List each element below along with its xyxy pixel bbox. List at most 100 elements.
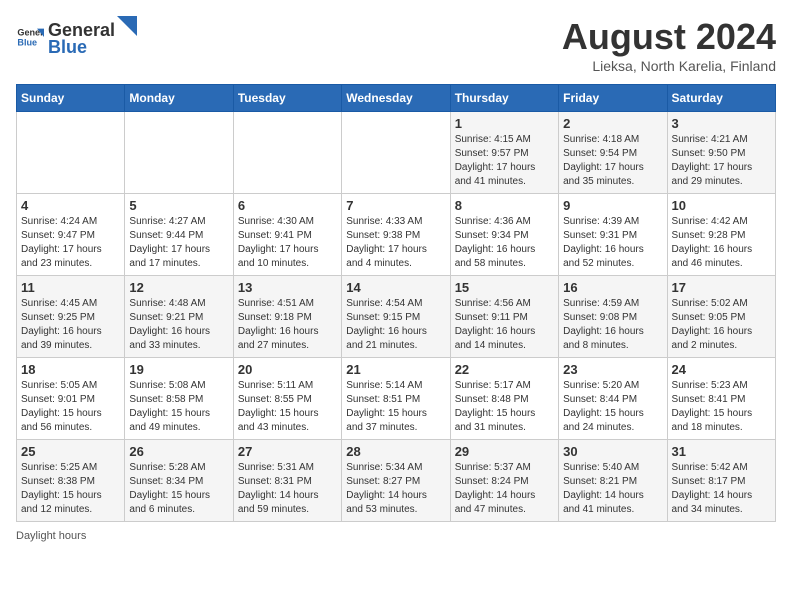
day-info: Sunrise: 5:40 AM Sunset: 8:21 PM Dayligh… — [563, 461, 662, 517]
day-info: Sunrise: 5:42 AM Sunset: 8:17 PM Dayligh… — [672, 461, 771, 517]
day-number: 12 — [129, 280, 228, 295]
calendar-cell: 8 Sunrise: 4:36 AM Sunset: 9:34 PM Daylig… — [450, 194, 558, 276]
calendar-cell: 23Sunrise: 5:20 AM Sunset: 8:44 PM Dayli… — [559, 358, 667, 440]
calendar-day-header: Tuesday — [233, 85, 341, 112]
day-number: 29 — [455, 444, 554, 459]
day-number: 21 — [346, 362, 445, 377]
calendar-week-row: 25 Sunrise: 5:25 AM Sunset: 8:38 PM Dayli… — [17, 440, 776, 522]
day-info: Sunrise: 4:24 AM Sunset: 9:47 PM Dayligh… — [21, 215, 120, 271]
calendar-day-header: Monday — [125, 85, 233, 112]
day-info: Sunrise: 5:08 AM Sunset: 8:58 PM Dayligh… — [129, 379, 228, 435]
day-info: Sunrise: 4:59 AM Sunset: 9:08 PM Dayligh… — [563, 297, 662, 353]
calendar-cell: 28 Sunrise: 5:34 AM Sunset: 8:27 PM Dayli… — [342, 440, 450, 522]
day-number: 26 — [129, 444, 228, 459]
day-info: Sunrise: 4:48 AM Sunset: 9:21 PM Dayligh… — [129, 297, 228, 353]
day-number: 13 — [238, 280, 337, 295]
day-number: 6 — [238, 198, 337, 213]
day-number: 9 — [563, 198, 662, 213]
day-number: 24 — [672, 362, 771, 377]
day-info: Sunrise: 4:36 AM Sunset: 9:34 PM Dayligh… — [455, 215, 554, 271]
day-info: Sunrise: 4:18 AM Sunset: 9:54 PM Dayligh… — [563, 133, 662, 189]
day-number: 1 — [455, 116, 554, 131]
calendar-cell: 17Sunrise: 5:02 AM Sunset: 9:05 PM Dayli… — [667, 276, 775, 358]
calendar-cell — [125, 112, 233, 194]
day-number: 8 — [455, 198, 554, 213]
day-number: 17 — [672, 280, 771, 295]
calendar-day-header: Friday — [559, 85, 667, 112]
calendar-week-row: 1 Sunrise: 4:15 AM Sunset: 9:57 PM Daylig… — [17, 112, 776, 194]
page-title: August 2024 — [562, 16, 776, 58]
day-info: Sunrise: 5:14 AM Sunset: 8:51 PM Dayligh… — [346, 379, 445, 435]
day-number: 3 — [672, 116, 771, 131]
calendar-cell: 19 Sunrise: 5:08 AM Sunset: 8:58 PM Dayli… — [125, 358, 233, 440]
calendar-week-row: 4Sunrise: 4:24 AM Sunset: 9:47 PM Daylig… — [17, 194, 776, 276]
calendar-cell: 21 Sunrise: 5:14 AM Sunset: 8:51 PM Dayli… — [342, 358, 450, 440]
day-number: 14 — [346, 280, 445, 295]
calendar-cell: 16 Sunrise: 4:59 AM Sunset: 9:08 PM Dayli… — [559, 276, 667, 358]
calendar-cell: 14 Sunrise: 4:54 AM Sunset: 9:15 PM Dayli… — [342, 276, 450, 358]
calendar-cell: 6 Sunrise: 4:30 AM Sunset: 9:41 PM Daylig… — [233, 194, 341, 276]
calendar-cell: 11 Sunrise: 4:45 AM Sunset: 9:25 PM Dayli… — [17, 276, 125, 358]
day-info: Sunrise: 5:34 AM Sunset: 8:27 PM Dayligh… — [346, 461, 445, 517]
day-number: 28 — [346, 444, 445, 459]
day-number: 20 — [238, 362, 337, 377]
title-section: August 2024 Lieksa, North Karelia, Finla… — [562, 16, 776, 74]
calendar-cell: 5 Sunrise: 4:27 AM Sunset: 9:44 PM Daylig… — [125, 194, 233, 276]
calendar-cell: 29Sunrise: 5:37 AM Sunset: 8:24 PM Dayli… — [450, 440, 558, 522]
logo-triangle-icon — [117, 16, 137, 36]
day-number: 30 — [563, 444, 662, 459]
day-info: Sunrise: 5:25 AM Sunset: 8:38 PM Dayligh… — [21, 461, 120, 517]
calendar-cell: 26 Sunrise: 5:28 AM Sunset: 8:34 PM Dayli… — [125, 440, 233, 522]
day-info: Sunrise: 5:31 AM Sunset: 8:31 PM Dayligh… — [238, 461, 337, 517]
calendar-cell: 1 Sunrise: 4:15 AM Sunset: 9:57 PM Daylig… — [450, 112, 558, 194]
day-number: 7 — [346, 198, 445, 213]
calendar-cell: 13 Sunrise: 4:51 AM Sunset: 9:18 PM Dayli… — [233, 276, 341, 358]
day-info: Sunrise: 5:23 AM Sunset: 8:41 PM Dayligh… — [672, 379, 771, 435]
day-info: Sunrise: 5:05 AM Sunset: 9:01 PM Dayligh… — [21, 379, 120, 435]
calendar-cell — [342, 112, 450, 194]
day-info: Sunrise: 4:39 AM Sunset: 9:31 PM Dayligh… — [563, 215, 662, 271]
calendar-day-header: Saturday — [667, 85, 775, 112]
day-info: Sunrise: 4:27 AM Sunset: 9:44 PM Dayligh… — [129, 215, 228, 271]
day-info: Sunrise: 4:51 AM Sunset: 9:18 PM Dayligh… — [238, 297, 337, 353]
calendar-cell: 9 Sunrise: 4:39 AM Sunset: 9:31 PM Daylig… — [559, 194, 667, 276]
day-info: Sunrise: 4:33 AM Sunset: 9:38 PM Dayligh… — [346, 215, 445, 271]
day-info: Sunrise: 4:45 AM Sunset: 9:25 PM Dayligh… — [21, 297, 120, 353]
calendar-cell: 10Sunrise: 4:42 AM Sunset: 9:28 PM Dayli… — [667, 194, 775, 276]
calendar-cell: 20 Sunrise: 5:11 AM Sunset: 8:55 PM Dayli… — [233, 358, 341, 440]
calendar-cell: 12 Sunrise: 4:48 AM Sunset: 9:21 PM Dayli… — [125, 276, 233, 358]
day-number: 25 — [21, 444, 120, 459]
calendar-cell: 7 Sunrise: 4:33 AM Sunset: 9:38 PM Daylig… — [342, 194, 450, 276]
day-number: 5 — [129, 198, 228, 213]
calendar-cell: 3 Sunrise: 4:21 AM Sunset: 9:50 PM Daylig… — [667, 112, 775, 194]
day-number: 16 — [563, 280, 662, 295]
day-number: 10 — [672, 198, 771, 213]
day-number: 2 — [563, 116, 662, 131]
day-info: Sunrise: 5:17 AM Sunset: 8:48 PM Dayligh… — [455, 379, 554, 435]
day-number: 11 — [21, 280, 120, 295]
calendar-cell — [17, 112, 125, 194]
day-number: 19 — [129, 362, 228, 377]
calendar-week-row: 11 Sunrise: 4:45 AM Sunset: 9:25 PM Dayli… — [17, 276, 776, 358]
day-info: Sunrise: 4:30 AM Sunset: 9:41 PM Dayligh… — [238, 215, 337, 271]
calendar-day-header: Sunday — [17, 85, 125, 112]
calendar-cell: 18Sunrise: 5:05 AM Sunset: 9:01 PM Dayli… — [17, 358, 125, 440]
day-info: Sunrise: 5:11 AM Sunset: 8:55 PM Dayligh… — [238, 379, 337, 435]
day-info: Sunrise: 5:28 AM Sunset: 8:34 PM Dayligh… — [129, 461, 228, 517]
day-number: 27 — [238, 444, 337, 459]
calendar-cell: 25 Sunrise: 5:25 AM Sunset: 8:38 PM Dayli… — [17, 440, 125, 522]
day-info: Sunrise: 4:15 AM Sunset: 9:57 PM Dayligh… — [455, 133, 554, 189]
page-subtitle: Lieksa, North Karelia, Finland — [562, 58, 776, 74]
day-number: 31 — [672, 444, 771, 459]
svg-text:Blue: Blue — [17, 37, 37, 47]
page-header: General Blue General Blue August 2024 Li… — [16, 16, 776, 74]
calendar-cell — [233, 112, 341, 194]
calendar-cell: 2 Sunrise: 4:18 AM Sunset: 9:54 PM Daylig… — [559, 112, 667, 194]
calendar-header-row: SundayMondayTuesdayWednesdayThursdayFrid… — [17, 85, 776, 112]
day-info: Sunrise: 4:21 AM Sunset: 9:50 PM Dayligh… — [672, 133, 771, 189]
logo-icon: General Blue — [16, 23, 44, 51]
day-info: Sunrise: 5:20 AM Sunset: 8:44 PM Dayligh… — [563, 379, 662, 435]
footer: Daylight hours — [16, 530, 776, 542]
daylight-label: Daylight hours — [16, 530, 86, 542]
day-info: Sunrise: 4:54 AM Sunset: 9:15 PM Dayligh… — [346, 297, 445, 353]
